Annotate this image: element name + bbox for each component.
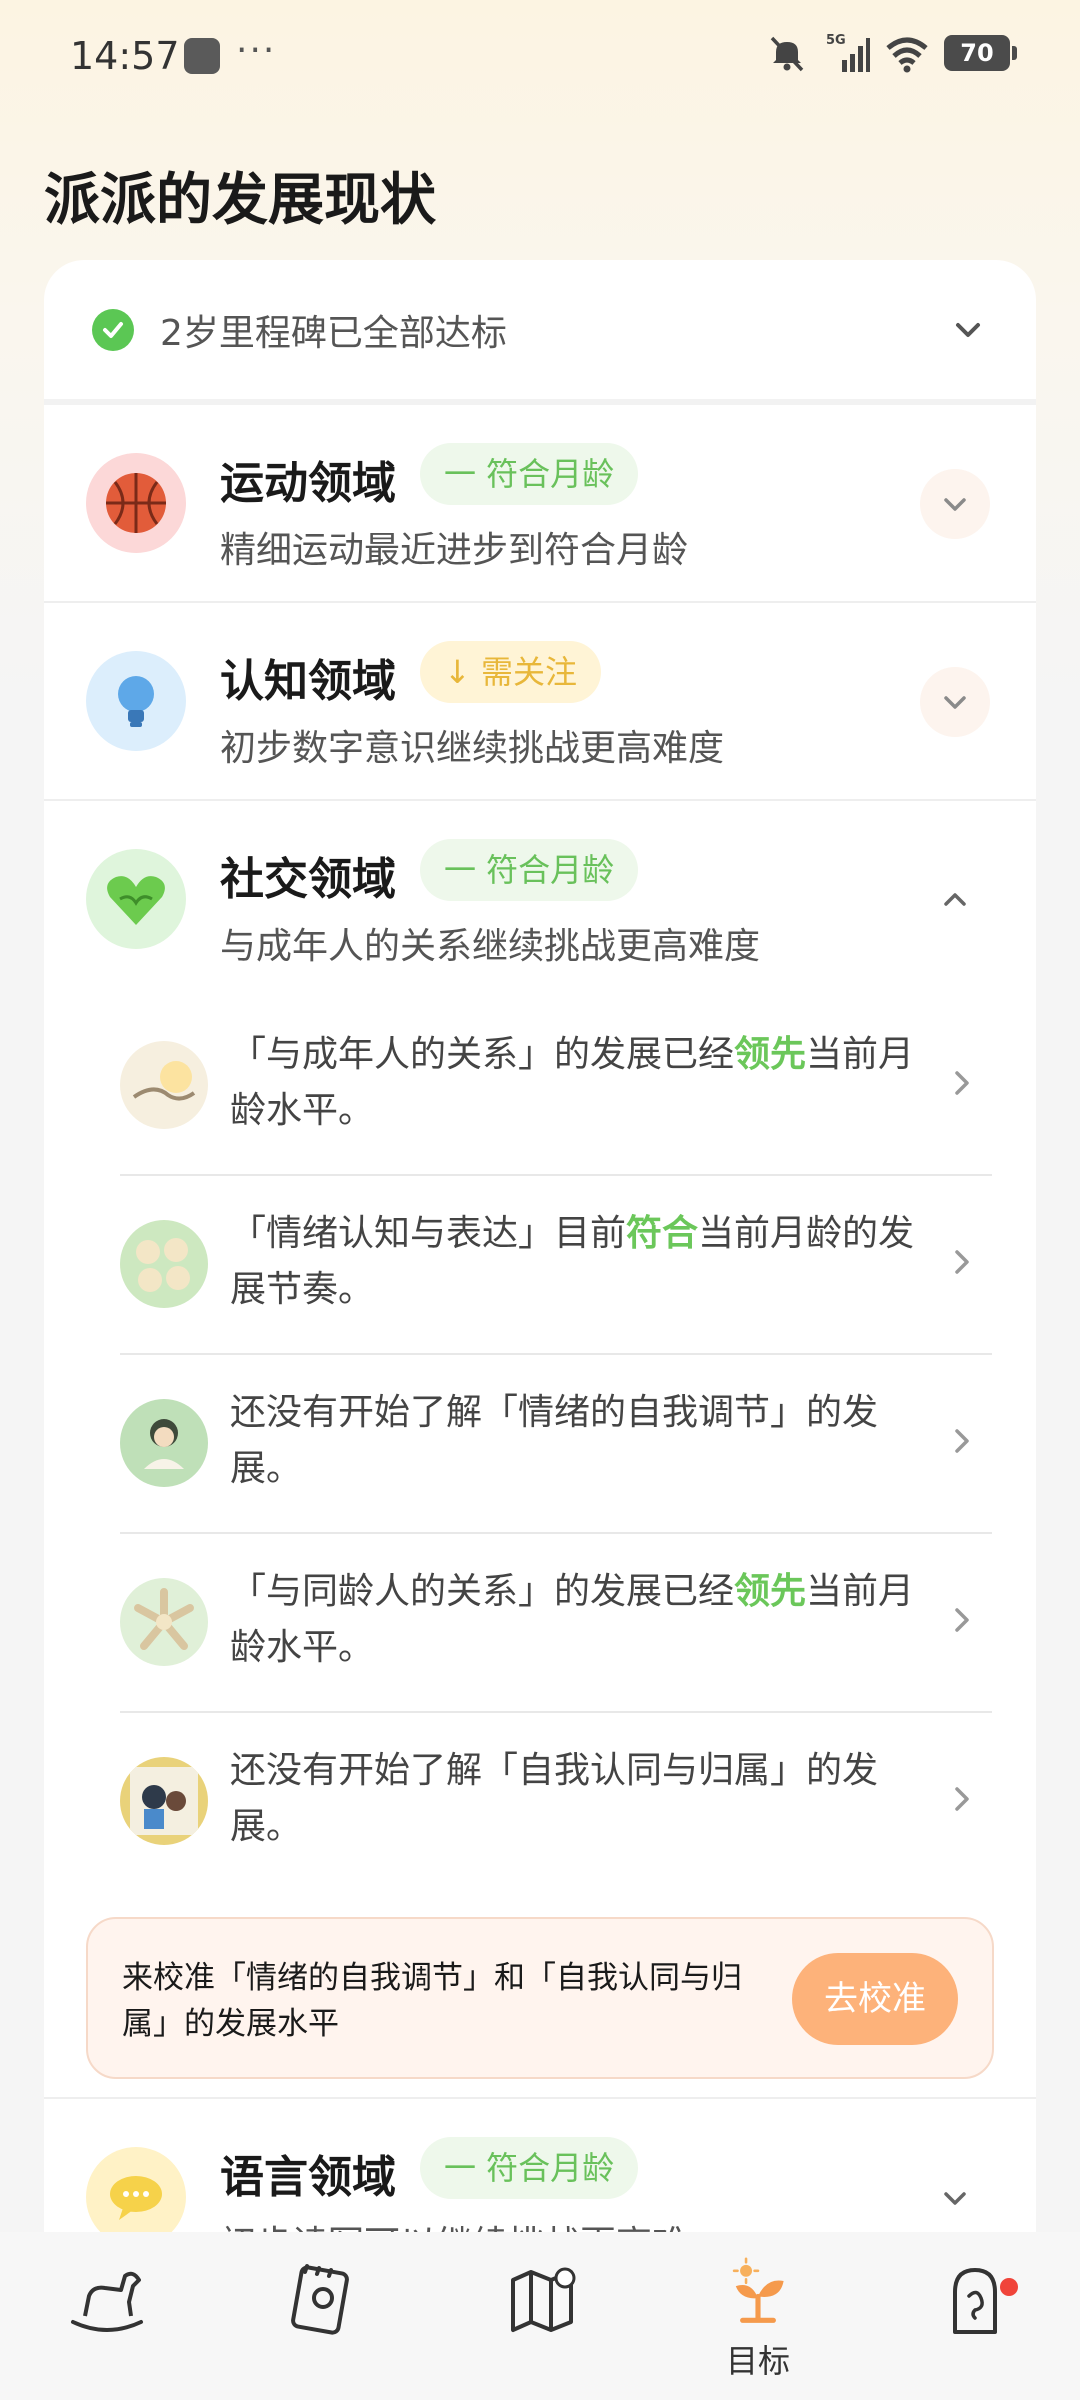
calibrate-banner: 来校准「情绪的自我调节」和「自我认同与归属」的发展水平 去校准: [86, 1917, 994, 2079]
wifi-icon: [886, 37, 928, 73]
emotions-faces-thumbnail: [120, 1220, 208, 1308]
peers-circle-thumbnail: [120, 1578, 208, 1666]
domain-description: 与成年人的关系继续挑战更高难度: [220, 926, 761, 967]
sub-item-text: 「与同龄人的关系」的发展已经领先当前月龄水平。: [230, 1564, 930, 1676]
chevron-down-icon: [944, 2192, 966, 2205]
expand-button[interactable]: [920, 469, 990, 539]
status-bar: 14:57 ··· 5G 70: [0, 0, 1080, 110]
highlight-text: 符合: [626, 1213, 699, 1254]
chevron-right-icon: [955, 1608, 969, 1632]
development-card: 2岁里程碑已全部达标 运动领域 一 符合月龄 精细运动最近进步到符合月龄 认知领…: [44, 260, 1036, 2260]
battery-level: 70: [960, 39, 994, 67]
nav-goal-label: 目标: [725, 2342, 790, 2380]
domain-social: 社交领域 一 符合月龄 与成年人的关系继续挑战更高难度 「与成年人的关系」的发展…: [44, 801, 1036, 2099]
chevron-down-icon[interactable]: [948, 310, 988, 350]
domain-name: 运动领域: [220, 458, 396, 509]
list-item[interactable]: 「与成年人的关系」的发展已经领先当前月龄水平。: [120, 997, 992, 1176]
sub-item-text-pre: 「情绪认知与表达」目前: [230, 1213, 627, 1254]
nav-profile[interactable]: [908, 2252, 1038, 2382]
family-portrait-thumbnail: [120, 1757, 208, 1845]
sprout-icon: [732, 2257, 784, 2323]
collapse-button[interactable]: [920, 865, 990, 935]
chevron-right-icon: [955, 1787, 969, 1811]
lightbulb-icon: [86, 651, 186, 751]
sub-item-text-pre: 还没有开始了解「情绪的自我调节」的发展。: [230, 1392, 879, 1489]
calibrate-button[interactable]: 去校准: [792, 1953, 958, 2045]
chevron-right-icon: [955, 1250, 969, 1274]
mute-icon: [770, 36, 804, 72]
status-badge: 一 符合月龄: [420, 2137, 639, 2199]
list-item[interactable]: 还没有开始了解「自我认同与归属」的发展。: [120, 1713, 992, 1892]
sub-item-text: 「情绪认知与表达」目前符合当前月龄的发展节奏。: [230, 1206, 930, 1318]
signal-5g-icon: 5G: [826, 33, 870, 72]
journal-icon: [291, 2264, 349, 2335]
list-item[interactable]: 「情绪认知与表达」目前符合当前月龄的发展节奏。: [120, 1176, 992, 1355]
chevron-down-icon: [944, 498, 966, 511]
sub-item-text-pre: 「与成年人的关系」的发展已经: [230, 1034, 735, 1075]
calibrate-text: 来校准「情绪的自我调节」和「自我认同与归属」的发展水平: [122, 1960, 742, 2042]
heart-hands-icon: [86, 849, 186, 949]
milestone-text: 2岁里程碑已全部达标: [160, 312, 507, 354]
chevron-down-icon: [944, 696, 966, 709]
status-time: 14:57: [70, 34, 180, 78]
milestone-summary[interactable]: 2岁里程碑已全部达标: [44, 260, 1036, 405]
social-sub-list: 「与成年人的关系」的发展已经领先当前月龄水平。 「情绪认知与表达」目前符合当前月…: [120, 997, 992, 1892]
highlight-text: 领先: [734, 1571, 807, 1612]
holding-hands-thumbnail: [120, 1041, 208, 1129]
nav-journal[interactable]: [256, 2252, 386, 2382]
sub-item-text-pre: 还没有开始了解「自我认同与归属」的发展。: [230, 1750, 879, 1847]
status-badge: ↓ 需关注: [420, 641, 601, 703]
child-calming-thumbnail: [120, 1399, 208, 1487]
battery-icon: 70: [944, 35, 1017, 71]
domain-name: 语言领域: [220, 2152, 396, 2203]
rocking-horse-icon: [71, 2271, 143, 2332]
domain-motor[interactable]: 运动领域 一 符合月龄 精细运动最近进步到符合月龄: [44, 405, 1036, 603]
notification-badge: [1000, 2278, 1018, 2296]
bottom-navigation: 目标: [0, 2232, 1080, 2400]
nav-rocking-horse[interactable]: [42, 2252, 172, 2382]
expand-button[interactable]: [920, 2163, 990, 2233]
chevron-right-icon: [955, 1429, 969, 1453]
expand-button[interactable]: [920, 667, 990, 737]
chevron-up-icon: [944, 893, 966, 906]
domain-name: 认知领域: [220, 656, 396, 707]
sub-item-text: 还没有开始了解「情绪的自我调节」的发展。: [230, 1385, 930, 1497]
list-item[interactable]: 还没有开始了解「情绪的自我调节」的发展。: [120, 1355, 992, 1534]
page-title: 派派的发展现状: [44, 168, 436, 233]
domain-description: 初步数字意识继续挑战更高难度: [220, 728, 725, 769]
network-label: 5G: [826, 33, 846, 48]
sub-item-text: 「与成年人的关系」的发展已经领先当前月龄水平。: [230, 1027, 930, 1139]
baby-profile-icon: [953, 2268, 997, 2334]
chevron-right-icon: [955, 1071, 969, 1095]
status-badge: 一 符合月龄: [420, 443, 639, 505]
map-icon: [511, 2267, 576, 2332]
domain-cognitive[interactable]: 认知领域 ↓ 需关注 初步数字意识继续挑战更高难度: [44, 603, 1036, 801]
nav-goal[interactable]: 目标: [693, 2252, 823, 2382]
nav-map[interactable]: [478, 2252, 608, 2382]
domain-description: 精细运动最近进步到符合月龄: [220, 530, 689, 571]
sub-item-text: 还没有开始了解「自我认同与归属」的发展。: [230, 1743, 930, 1855]
sub-item-text-pre: 「与同龄人的关系」的发展已经: [230, 1571, 735, 1612]
highlight-text: 领先: [734, 1034, 807, 1075]
check-icon: [92, 308, 134, 351]
status-badge: 一 符合月龄: [420, 839, 639, 901]
basketball-icon: [86, 453, 186, 553]
app-notification-icon: [184, 38, 220, 74]
domain-name: 社交领域: [220, 854, 396, 905]
list-item[interactable]: 「与同龄人的关系」的发展已经领先当前月龄水平。: [120, 1534, 992, 1713]
more-notifications-icon: ···: [236, 30, 277, 71]
